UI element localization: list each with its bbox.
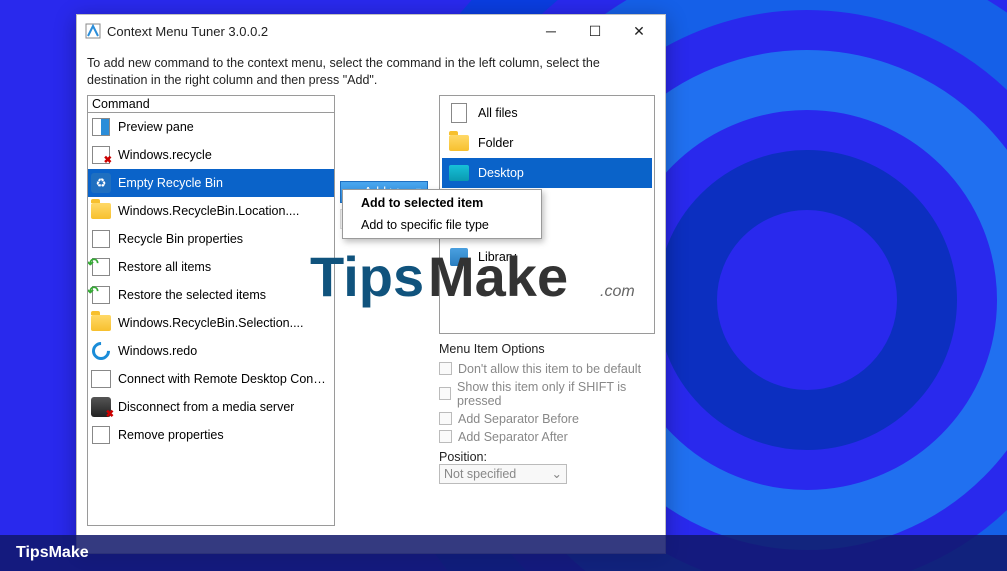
destination-item-label: Library: [478, 250, 516, 264]
destination-item[interactable]: Desktop: [442, 158, 652, 188]
properties-icon: [90, 424, 112, 446]
destination-item-label: Folder: [478, 136, 513, 150]
list-item[interactable]: Connect with Remote Desktop Connection: [88, 365, 334, 393]
instructions-text: To add new command to the context menu, …: [87, 55, 655, 89]
list-item[interactable]: Windows.RecycleBin.Selection....: [88, 309, 334, 337]
list-item[interactable]: Restore all items: [88, 253, 334, 281]
list-item-label: Remove properties: [118, 428, 224, 442]
position-value: Not specified: [444, 467, 516, 481]
preview-pane-icon: [90, 116, 112, 138]
media-server-icon: [90, 396, 112, 418]
list-item[interactable]: Remove properties: [88, 421, 334, 449]
list-item[interactable]: Windows.RecycleBin.Location....: [88, 197, 334, 225]
properties-icon: [90, 228, 112, 250]
remote-desktop-icon: [90, 368, 112, 390]
list-item-label: Restore the selected items: [118, 288, 266, 302]
list-item-label: Windows.redo: [118, 344, 197, 358]
destination-item[interactable]: Library: [442, 242, 652, 272]
option-label: Don't allow this item to be default: [458, 362, 641, 376]
titlebar[interactable]: Context Menu Tuner 3.0.0.2 ─ ☐ ✕: [77, 15, 665, 47]
maximize-button[interactable]: ☐: [573, 16, 617, 46]
list-item[interactable]: ♻ Empty Recycle Bin: [88, 169, 334, 197]
destination-item[interactable]: All files: [442, 98, 652, 128]
option-label: Add Separator Before: [458, 412, 579, 426]
list-item[interactable]: Disconnect from a media server: [88, 393, 334, 421]
command-listbox[interactable]: Preview pane Windows.recycle ♻ Empty Recycl…: [87, 112, 335, 526]
menu-item-options: Menu Item Options Don't allow this item …: [439, 342, 655, 484]
list-item-label: Disconnect from a media server: [118, 400, 294, 414]
destination-item-label: Desktop: [478, 166, 524, 180]
minimize-button[interactable]: ─: [529, 16, 573, 46]
list-item-label: Preview pane: [118, 120, 194, 134]
command-column-header: Command: [87, 95, 335, 112]
folder-icon: [448, 132, 470, 154]
app-window: Context Menu Tuner 3.0.0.2 ─ ☐ ✕ To add …: [76, 14, 666, 554]
footer-brand: TipsMake: [16, 544, 89, 562]
destination-item-label: All files: [478, 106, 518, 120]
list-item[interactable]: Preview pane: [88, 113, 334, 141]
restore-icon: [90, 284, 112, 306]
list-item[interactable]: Windows.redo: [88, 337, 334, 365]
list-item-label: Recycle Bin properties: [118, 232, 243, 246]
list-item-label: Connect with Remote Desktop Connection: [118, 372, 330, 386]
checkbox-sep-before[interactable]: [439, 412, 452, 425]
recycle-icon: [90, 144, 112, 166]
add-dropdown-menu: Add to selected item Add to specific fil…: [342, 189, 542, 239]
folder-icon: [90, 312, 112, 334]
menu-add-to-selected[interactable]: Add to selected item: [343, 192, 541, 214]
list-item[interactable]: Windows.recycle: [88, 141, 334, 169]
list-item-label: Windows.recycle: [118, 148, 212, 162]
list-item[interactable]: Restore the selected items: [88, 281, 334, 309]
option-label: Show this item only if SHIFT is pressed: [457, 380, 655, 408]
list-item-label: Windows.RecycleBin.Selection....: [118, 316, 304, 330]
app-icon: [85, 23, 101, 39]
checkbox-shift-only[interactable]: [439, 387, 451, 400]
close-button[interactable]: ✕: [617, 16, 661, 46]
position-label: Position:: [439, 450, 655, 464]
list-item[interactable]: Recycle Bin properties: [88, 225, 334, 253]
recycle-bin-icon: ♻: [90, 172, 112, 194]
restore-icon: [90, 256, 112, 278]
document-icon: [448, 102, 470, 124]
destination-item[interactable]: Folder: [442, 128, 652, 158]
option-label: Add Separator After: [458, 430, 568, 444]
menu-add-to-file-type[interactable]: Add to specific file type: [343, 214, 541, 236]
window-title: Context Menu Tuner 3.0.0.2: [107, 24, 529, 39]
footer-bar: TipsMake: [0, 535, 1007, 571]
library-icon: [448, 246, 470, 268]
list-item-label: Windows.RecycleBin.Location....: [118, 204, 299, 218]
chevron-down-icon: ⌄: [552, 466, 562, 481]
checkbox-no-default[interactable]: [439, 362, 452, 375]
checkbox-sep-after[interactable]: [439, 430, 452, 443]
redo-icon: [90, 340, 112, 362]
position-combobox[interactable]: Not specified ⌄: [439, 464, 567, 484]
list-item-label: Restore all items: [118, 260, 211, 274]
options-title: Menu Item Options: [439, 342, 655, 356]
desktop-icon: [448, 162, 470, 184]
folder-icon: [90, 200, 112, 222]
list-item-label: Empty Recycle Bin: [118, 176, 223, 190]
